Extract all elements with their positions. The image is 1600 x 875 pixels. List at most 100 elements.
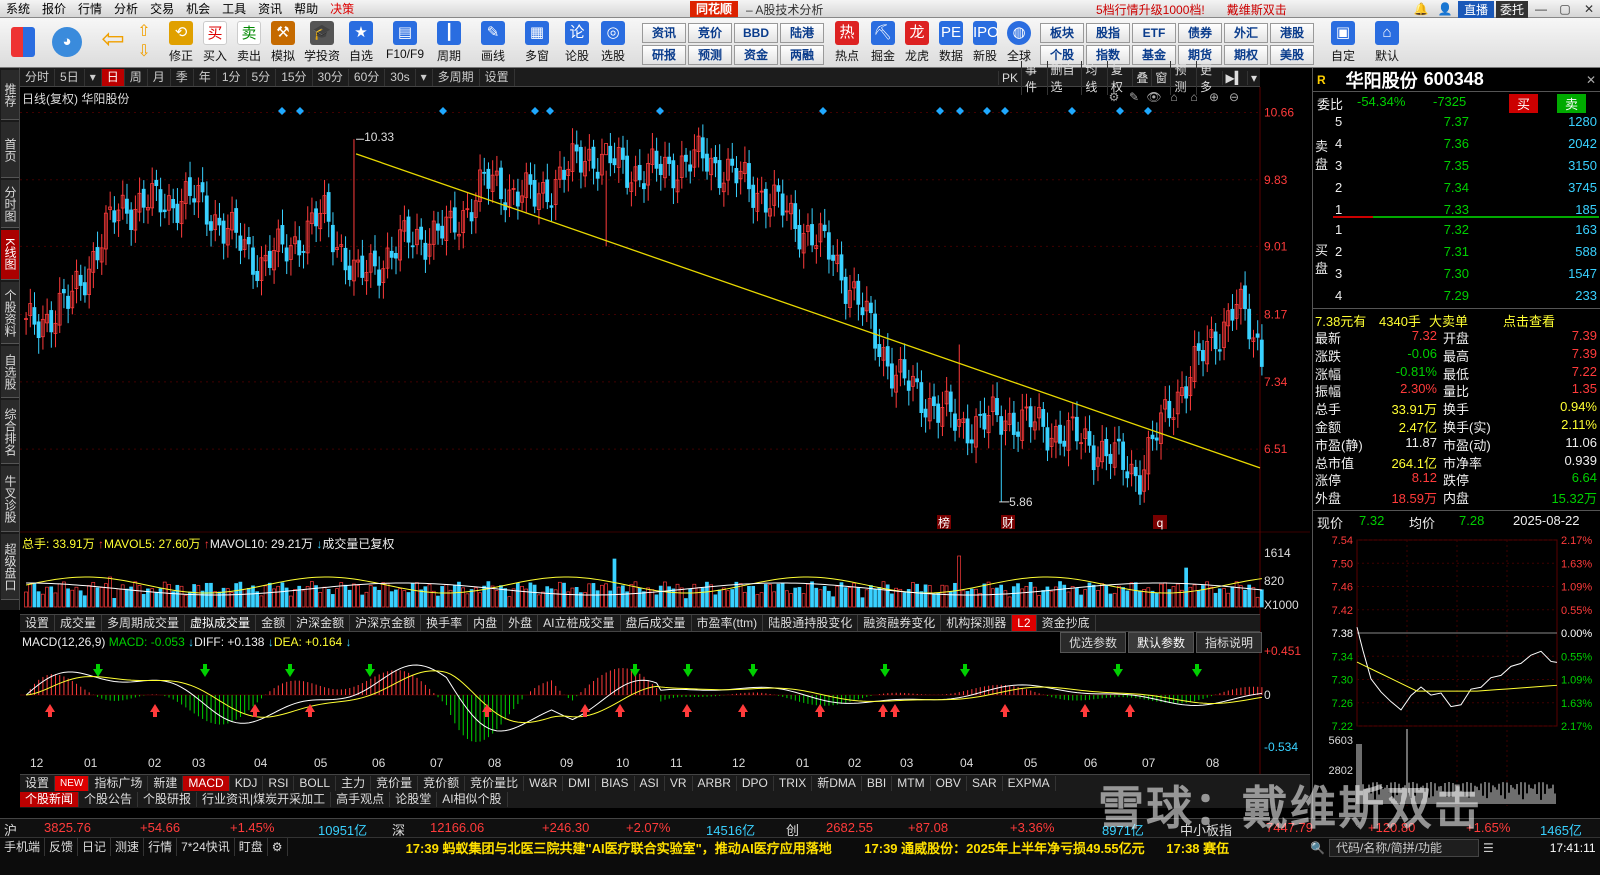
indicator-tab-1[interactable]: 成交量 — [55, 615, 103, 631]
sell-button[interactable]: 卖 — [1557, 94, 1587, 113]
gear-icon[interactable]: ⚙ — [268, 838, 288, 856]
indicator-tab-5[interactable]: 沪深金额 — [291, 615, 351, 631]
toolbar-hot[interactable]: 热热点 — [830, 21, 864, 64]
maximize-icon[interactable]: ▢ — [1554, 2, 1576, 16]
news-tab-3[interactable]: 行业资讯|煤炭开采加工 — [197, 792, 332, 807]
period-quarter[interactable]: 季 — [171, 68, 194, 86]
indicator-tab-16[interactable]: L2 — [1012, 615, 1037, 631]
period-1min[interactable]: 1分 — [217, 68, 247, 86]
indicator-tab-1[interactable]: NEW — [55, 775, 90, 791]
indicator-tab-0[interactable]: 设置 — [20, 775, 56, 791]
period-30s[interactable]: 30s — [385, 68, 416, 86]
up-button[interactable]: ⇧ ⇩ — [134, 21, 154, 61]
period-week[interactable]: 周 — [125, 68, 148, 86]
status-flash[interactable]: 7*24快讯 — [177, 838, 235, 856]
indicator-tab-20[interactable]: 新DMA — [812, 775, 862, 791]
layout-button[interactable] — [6, 21, 40, 59]
news-tab-0[interactable]: 个股新闻 — [20, 792, 80, 807]
indicator-tab-14[interactable]: 融资融券变化 — [858, 615, 942, 631]
grid2-usstock[interactable]: 美股 — [1270, 45, 1314, 65]
buy-button[interactable]: 买 — [1509, 94, 1539, 113]
left-tab-intraday[interactable]: 分时图 — [1, 180, 19, 228]
ask-row[interactable]: 3 7.35 3150 — [1313, 158, 1600, 176]
left-tab-ranking[interactable]: 综合排名 — [1, 400, 19, 464]
assistant-button[interactable]: ◕ — [50, 21, 84, 59]
indicator-tab-16[interactable]: VR — [665, 775, 693, 791]
toolbar-forum[interactable]: 论论股 — [560, 21, 594, 64]
status-speedtest[interactable]: 测速 — [111, 838, 145, 856]
menu-market[interactable]: 行情 — [72, 0, 108, 17]
period-settings[interactable]: 设置 — [480, 68, 515, 86]
ask-row[interactable]: 5 7.37 1280 — [1313, 114, 1600, 132]
ask-row[interactable]: 2 7.34 3745 — [1313, 180, 1600, 198]
bid-row[interactable]: 1 7.32 163 — [1313, 222, 1600, 240]
status-diary[interactable]: 日记 — [78, 838, 112, 856]
indicator-tab-4[interactable]: 金额 — [256, 615, 292, 631]
promo-link-2[interactable]: 戴维斯双击 — [1227, 1, 1287, 18]
indicator-tab-15[interactable]: 机构探测器 — [941, 615, 1013, 631]
indicator-tab-9[interactable]: 竞价量 — [371, 775, 419, 791]
left-tab-kline[interactable]: K线图 — [1, 230, 19, 280]
toolbar-sim[interactable]: ⚒ 模拟 — [266, 21, 300, 64]
grid2-forex[interactable]: 外汇 — [1224, 23, 1268, 43]
bell-icon[interactable]: 🔔 — [1410, 2, 1432, 16]
period-year[interactable]: 年 — [194, 68, 217, 86]
news-tab-2[interactable]: 个股研报 — [138, 792, 198, 807]
indicator-tab-12[interactable]: W&R — [524, 775, 564, 791]
grid2-bond[interactable]: 债券 — [1178, 23, 1222, 43]
trade-button[interactable]: 委托 — [1495, 0, 1528, 18]
grid-btn-fund[interactable]: 资金 — [734, 45, 778, 65]
indicator-tab-17[interactable]: ARBR — [693, 775, 737, 791]
status-mobile[interactable]: 手机端 — [0, 838, 46, 856]
period-intraday[interactable]: 分时 — [20, 68, 56, 86]
period-multi[interactable]: 多周期 — [433, 68, 480, 86]
left-tab-diagnosis[interactable]: 牛叉诊股 — [1, 466, 19, 532]
menu-system[interactable]: 系统 — [0, 0, 36, 17]
kline-chart[interactable]: 10.66 9.83 9.01 8.17 7.34 6.51 10.33 5.86 榜 财 q ⚙ ✎ 👁… — [20, 87, 1310, 820]
news-tab-6[interactable]: AI相似个股 — [437, 792, 508, 807]
indicator-tab-19[interactable]: TRIX — [774, 775, 813, 791]
period-5day[interactable]: 5日 — [55, 68, 85, 86]
grid2-etf[interactable]: ETF — [1132, 23, 1176, 43]
grid-btn-auction[interactable]: 竞价 — [688, 23, 732, 43]
toolbar-watchlist[interactable]: ★ 自选 — [344, 21, 378, 64]
menu-decision[interactable]: 决策 — [324, 0, 360, 17]
pk-button[interactable]: PK — [998, 70, 1021, 85]
grid-btn-research[interactable]: 研报 — [642, 45, 686, 65]
indicator-tab-21[interactable]: BBI — [862, 775, 893, 791]
chevron-down-icon[interactable]: ▾ — [85, 68, 102, 86]
grid-btn-margin[interactable]: 两融 — [780, 45, 824, 65]
left-tab-home[interactable]: 首页 — [1, 122, 19, 178]
grid2-sector[interactable]: 板块 — [1040, 23, 1084, 43]
grid-btn-hk[interactable]: 陆港 — [780, 23, 824, 43]
toolbar-draw[interactable]: ✎ 画线 — [476, 21, 510, 64]
indicator-tab-2[interactable]: 指标广场 — [89, 775, 149, 791]
toolbar-custom[interactable]: ▣ 自定 — [1326, 21, 1360, 64]
period-month[interactable]: 月 — [148, 68, 171, 86]
default-params-button[interactable]: 默认参数 — [1128, 632, 1195, 653]
menu-opportunity[interactable]: 机会 — [180, 0, 216, 17]
toolbar-buy[interactable]: 买买入 — [198, 21, 232, 64]
toolbar-dig[interactable]: ⛏ 掘金 — [866, 21, 900, 64]
menu-analysis[interactable]: 分析 — [108, 0, 144, 17]
period-5min[interactable]: 5分 — [247, 68, 277, 86]
status-market[interactable]: 行情 — [144, 838, 178, 856]
grid-btn-bbd[interactable]: BBD — [734, 23, 778, 43]
indicator-tab-10[interactable]: 竞价额 — [418, 775, 466, 791]
news-tab-1[interactable]: 个股公告 — [79, 792, 139, 807]
indicator-tab-7[interactable]: 换手率 — [421, 615, 469, 631]
indicator-tab-7[interactable]: BOLL — [294, 775, 337, 791]
indicator-help-button[interactable]: 指标说明 — [1196, 632, 1263, 653]
search-input[interactable]: 代码/名称/简拼/功能 — [1328, 839, 1479, 857]
toolbar-multiwin[interactable]: ▦ 多窗 — [520, 21, 554, 64]
menu-news[interactable]: 资讯 — [252, 0, 288, 17]
left-tab-watchlist[interactable]: 自选股 — [1, 346, 19, 398]
promo-link[interactable]: 5档行情升级1000档! — [1096, 1, 1205, 18]
toolbar-dragon[interactable]: 龙龙虎 — [900, 21, 934, 64]
indicator-tab-4[interactable]: MACD — [183, 775, 230, 791]
status-watch[interactable]: 盯盘 — [235, 838, 268, 856]
ask-row[interactable]: 4 7.36 2042 — [1313, 136, 1600, 154]
close-icon[interactable]: ✕ — [1578, 2, 1600, 16]
indicator-tab-10[interactable]: AI立桩成交量 — [538, 615, 621, 631]
news-tab-5[interactable]: 论股堂 — [390, 792, 438, 807]
